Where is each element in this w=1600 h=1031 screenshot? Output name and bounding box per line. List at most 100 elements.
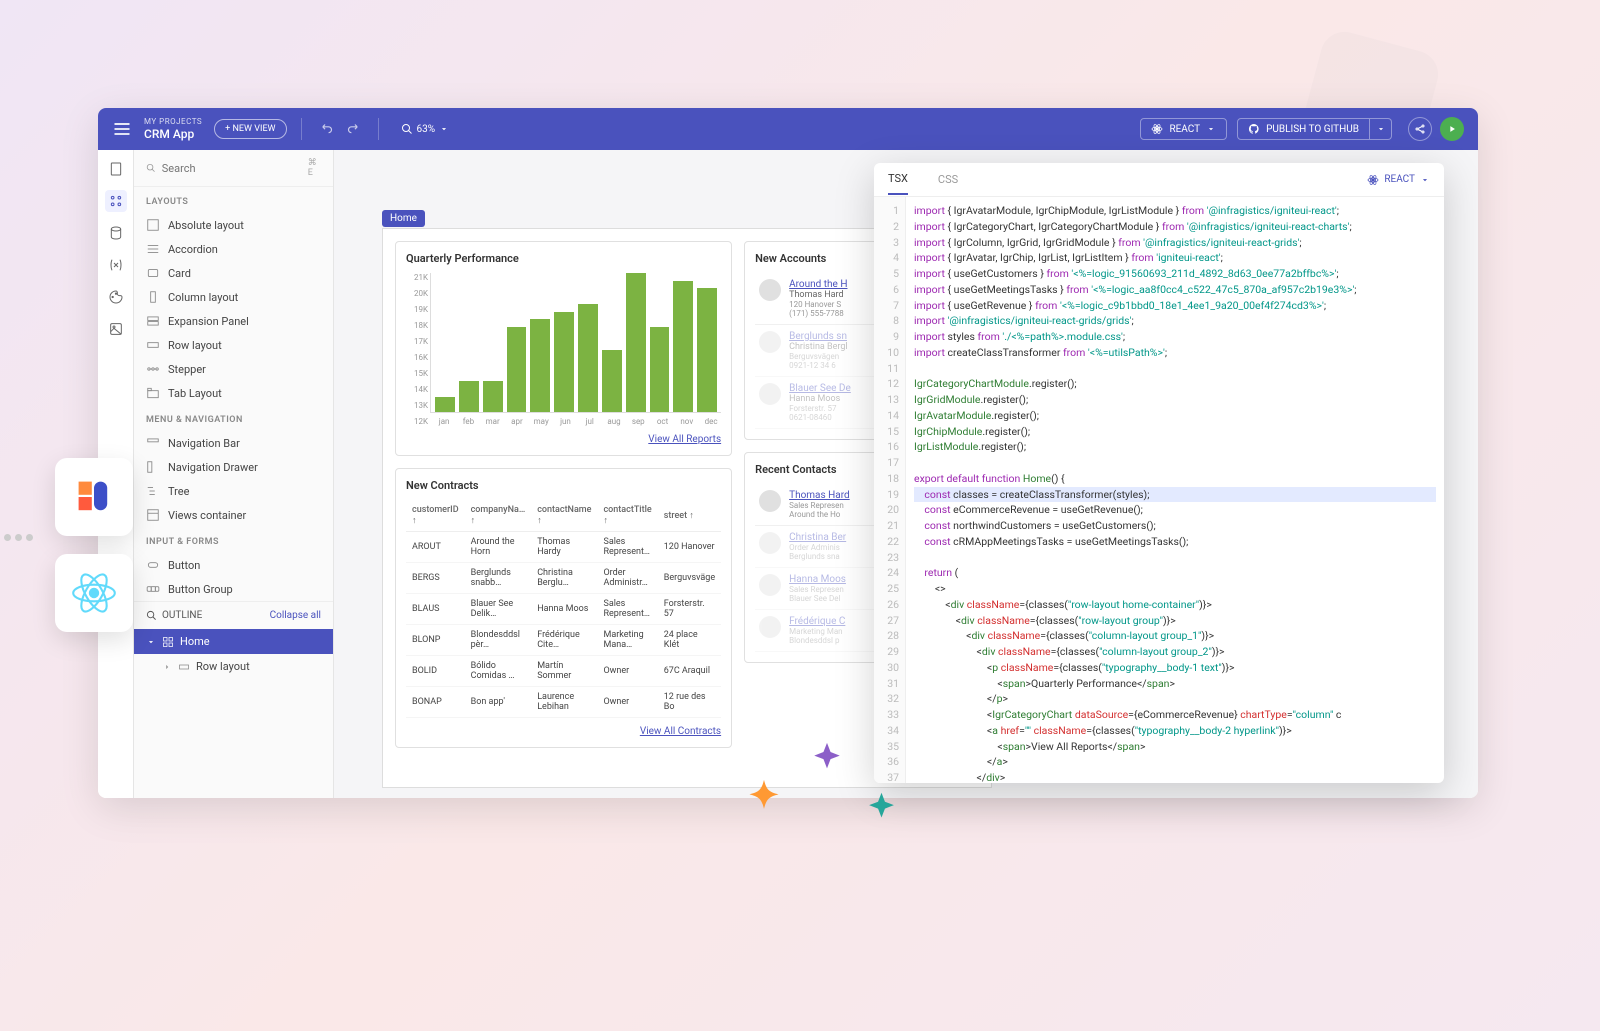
sidebar-item[interactable]: Absolute layout xyxy=(134,213,333,237)
table-row[interactable]: AROUTAround the HornThomas HardySales Re… xyxy=(406,532,721,563)
rail-variables-icon[interactable] xyxy=(105,254,127,276)
sidebar-item[interactable]: Tab Layout xyxy=(134,381,333,405)
breadcrumb[interactable]: MY PROJECTS xyxy=(144,117,202,126)
avatar xyxy=(759,383,781,405)
publish-button[interactable]: PUBLISH TO GITHUB xyxy=(1237,118,1370,140)
table-row[interactable]: BOLIDBólido Comidas …Martín SommerOwner6… xyxy=(406,656,721,687)
publish-dropdown[interactable] xyxy=(1370,118,1392,140)
redo-icon[interactable] xyxy=(345,120,359,139)
connection-dots xyxy=(4,525,44,549)
outline-header: OUTLINE xyxy=(162,610,202,621)
component-icon xyxy=(146,484,160,498)
bar xyxy=(483,381,503,412)
contracts-title: New Contracts xyxy=(406,479,721,492)
tab-tsx[interactable]: TSX xyxy=(888,164,908,195)
component-icon xyxy=(146,460,160,474)
grid-icon xyxy=(162,636,174,648)
rail-theme-icon[interactable] xyxy=(105,286,127,308)
bar xyxy=(626,273,646,412)
code-framework-select[interactable]: REACT xyxy=(1367,174,1430,186)
chevron-down-icon xyxy=(146,637,156,647)
avatar xyxy=(759,490,781,512)
rail-components-icon[interactable] xyxy=(105,190,127,212)
toolbar: MY PROJECTS CRM App + NEW VIEW 63% REACT… xyxy=(98,108,1478,150)
rail-assets-icon[interactable] xyxy=(105,318,127,340)
sidebar-item[interactable]: Card xyxy=(134,261,333,285)
view-reports-link[interactable]: View All Reports xyxy=(406,434,721,445)
search-box[interactable]: ⌘ E xyxy=(134,150,333,187)
component-icon xyxy=(146,218,160,232)
search-icon xyxy=(146,162,156,174)
view-contracts-link[interactable]: View All Contracts xyxy=(406,726,721,737)
sidebar-item[interactable]: Views container xyxy=(134,503,333,527)
table-row[interactable]: BERGSBerglunds snabb…Christina Berglu…Or… xyxy=(406,563,721,594)
component-icon xyxy=(146,362,160,376)
collapse-all-link[interactable]: Collapse all xyxy=(270,610,321,621)
search-icon xyxy=(146,610,157,621)
code-editor[interactable]: import { IgrAvatarModule, IgrChipModule,… xyxy=(906,197,1444,783)
sidebar-item[interactable]: Tree xyxy=(134,479,333,503)
input-header: INPUT & FORMS xyxy=(134,527,333,553)
bar xyxy=(554,312,574,412)
zoom-control[interactable]: 63% xyxy=(401,123,450,135)
component-icon xyxy=(146,290,160,304)
undo-icon[interactable] xyxy=(321,120,335,139)
chevron-down-icon xyxy=(1420,175,1430,185)
component-icon xyxy=(146,436,160,450)
column-header[interactable]: customerID ↑ xyxy=(406,500,465,532)
star-purple-icon xyxy=(810,740,844,774)
sidebar-item[interactable]: Row layout xyxy=(134,333,333,357)
sidebar-item[interactable]: Expansion Panel xyxy=(134,309,333,333)
bar-chart xyxy=(430,273,721,413)
column-header[interactable]: contactTitle ↑ xyxy=(597,500,657,532)
column-header[interactable]: street ↑ xyxy=(658,500,721,532)
quarterly-card: Quarterly Performance 21K20K19K18K17K16K… xyxy=(395,241,732,456)
share-button[interactable] xyxy=(1408,117,1432,141)
line-gutter: 1234567891011121314151617181920212223242… xyxy=(874,197,906,783)
bar xyxy=(578,304,598,412)
component-icon xyxy=(146,338,160,352)
component-icon xyxy=(146,242,160,256)
sidebar-item[interactable]: Column layout xyxy=(134,285,333,309)
new-view-button[interactable]: + NEW VIEW xyxy=(214,119,286,139)
sidebar-item[interactable]: Stepper xyxy=(134,357,333,381)
sidebar-item[interactable]: Button xyxy=(134,553,333,577)
rail-page-icon[interactable] xyxy=(105,158,127,180)
sidebar-item[interactable]: Navigation Drawer xyxy=(134,455,333,479)
component-icon xyxy=(146,266,160,280)
layouts-header: LAYOUTS xyxy=(134,187,333,213)
table-row[interactable]: BLAUSBlauer See Delik…Hanna MoosSales Re… xyxy=(406,594,721,625)
tree-item-home[interactable]: Home xyxy=(134,629,333,654)
tree-item-row-layout[interactable]: Row layout xyxy=(134,654,333,679)
column-header[interactable]: contactName ↑ xyxy=(531,500,597,532)
tab-css[interactable]: CSS xyxy=(938,165,958,194)
column-header[interactable]: companyNa… ↑ xyxy=(465,500,532,532)
sidebar-item[interactable]: Accordion xyxy=(134,237,333,261)
page-tag[interactable]: Home xyxy=(382,210,425,227)
preview-button[interactable] xyxy=(1440,117,1464,141)
bar xyxy=(697,288,717,412)
code-panel: TSX CSS REACT 12345678910111213141516171… xyxy=(874,163,1444,783)
react-logo xyxy=(55,554,133,632)
avatar xyxy=(759,616,781,638)
table-row[interactable]: BONAPBon app'Laurence LebihanOwner12 rue… xyxy=(406,687,721,718)
sidebar: ⌘ E LAYOUTS Absolute layoutAccordionCard… xyxy=(134,150,334,798)
search-input[interactable] xyxy=(162,162,302,175)
bar xyxy=(435,397,455,412)
bar xyxy=(650,327,670,412)
avatar xyxy=(759,279,781,301)
framework-select[interactable]: REACT xyxy=(1140,118,1227,140)
github-icon xyxy=(1248,123,1260,135)
sidebar-item[interactable]: Navigation Bar xyxy=(134,431,333,455)
chevron-right-icon xyxy=(162,662,172,672)
zoom-label: 63% xyxy=(417,124,436,135)
bar xyxy=(673,281,693,412)
sidebar-item[interactable]: Button Group xyxy=(134,577,333,601)
rail-data-icon[interactable] xyxy=(105,222,127,244)
table-row[interactable]: BLONPBlondesddsl pèr…Frédérique Cite…Mar… xyxy=(406,625,721,656)
app-builder-logo xyxy=(55,458,133,536)
avatar xyxy=(759,574,781,596)
bar xyxy=(507,327,527,412)
react-icon xyxy=(1151,123,1163,135)
hamburger-icon[interactable] xyxy=(112,119,132,139)
